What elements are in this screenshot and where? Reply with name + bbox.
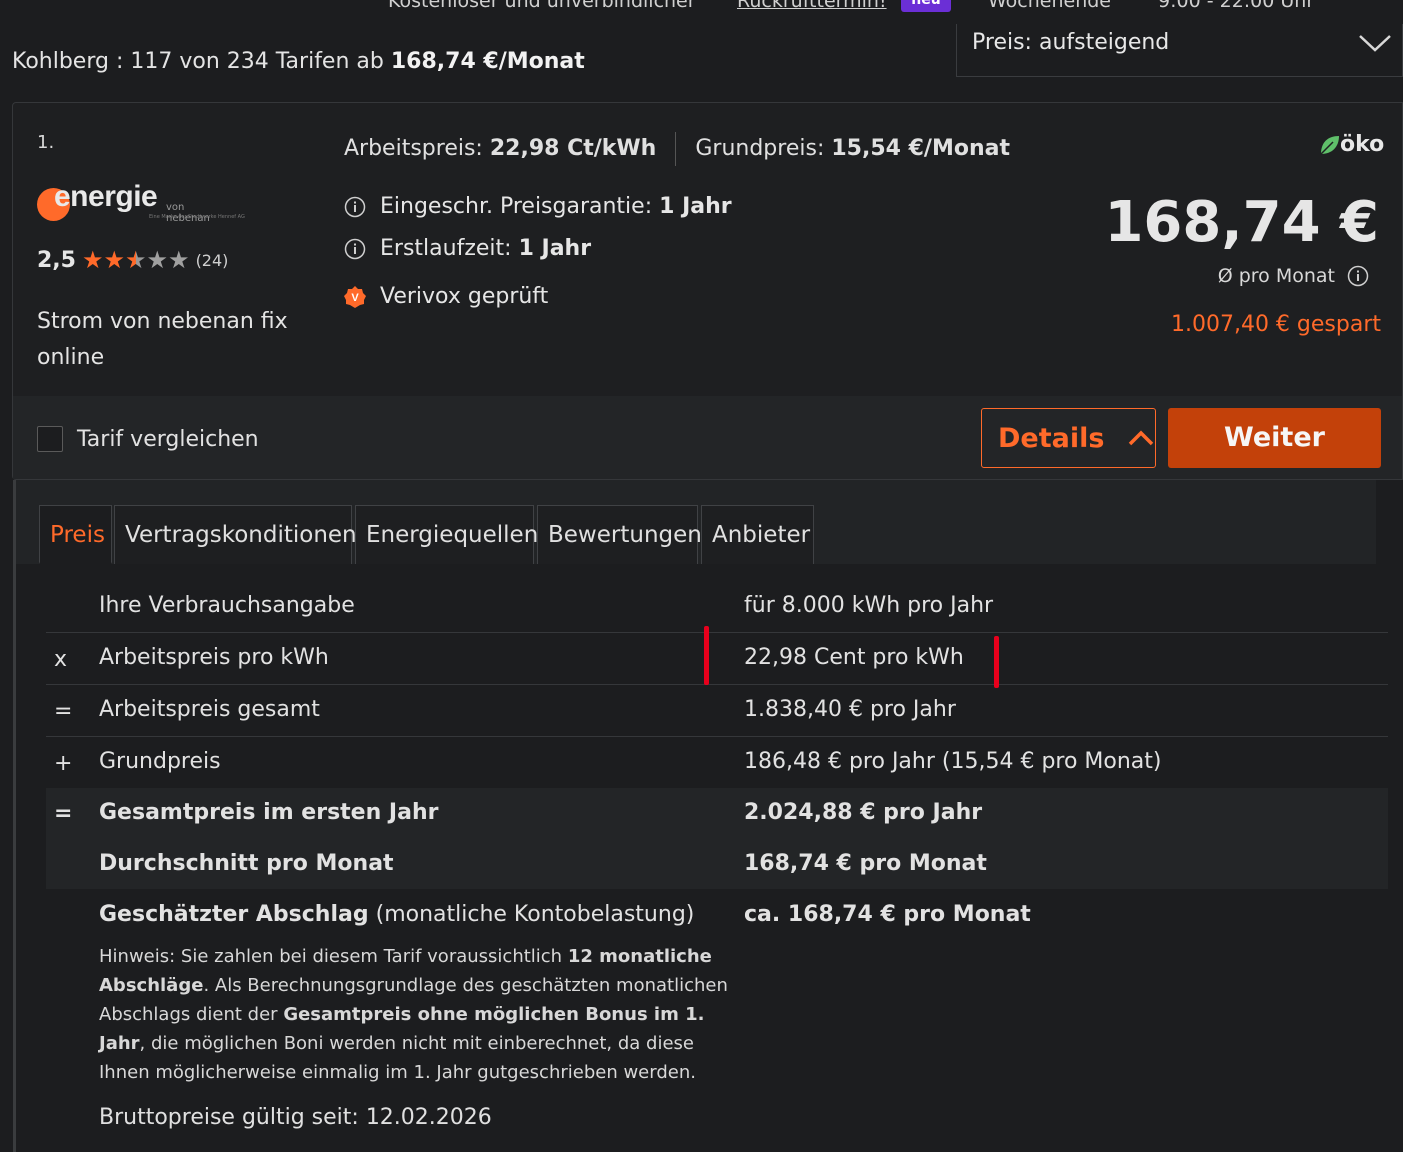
svg-text:V: V xyxy=(351,292,359,304)
tab-energiequellen[interactable]: Energiequellen xyxy=(355,505,538,564)
tab-bewertungen[interactable]: Bewertungen xyxy=(537,505,702,564)
abschlag-hint: Hinweis: Sie zahlen bei diesem Tarif vor… xyxy=(99,942,739,1087)
rating-value: 2,5 xyxy=(37,247,76,273)
per-month-label: Ø pro Monat xyxy=(1218,265,1369,287)
info-icon[interactable] xyxy=(344,196,366,218)
hours-day-label: Wochenende xyxy=(988,0,1111,12)
feature-price-guarantee: Eingeschr. Preisgarantie: 1 Jahr xyxy=(344,194,732,219)
rating-stars: ★★★★★ xyxy=(82,246,190,274)
row-value: für 8.000 kWh pro Jahr xyxy=(744,593,994,618)
grundpreis-label: Grundpreis: xyxy=(695,136,825,161)
chevron-down-icon xyxy=(1359,35,1391,52)
rating-count: (24) xyxy=(195,250,229,270)
abschlag-label: Geschätzter Abschlag (monatliche Kontobe… xyxy=(99,902,694,927)
star-half-icon: ★ xyxy=(125,246,147,274)
row-value: 168,74 € pro Monat xyxy=(744,851,987,876)
callback-text: Kostenloser und unverbindlicher xyxy=(388,0,696,12)
row-label: Durchschnitt pro Monat xyxy=(99,851,394,876)
monthly-price: 168,74 € xyxy=(1104,190,1379,255)
compare-label: Tarif vergleichen xyxy=(77,426,259,452)
row-operator: = xyxy=(54,699,73,724)
tab-preis[interactable]: Preis xyxy=(39,505,112,564)
compare-checkbox[interactable]: Tarif vergleichen xyxy=(37,426,259,452)
feature-label: Verivox geprüft xyxy=(380,284,549,309)
row-label: Gesamtpreis im ersten Jahr xyxy=(99,800,439,825)
provider-logo-subtext-small: Eine Marke der Stadtwerke Hennef AG xyxy=(149,214,245,220)
checkbox[interactable] xyxy=(37,426,63,452)
star-icon: ★ xyxy=(81,246,104,274)
hours-value: 9:00 - 22:00 Uhr xyxy=(1158,0,1315,12)
callback-banner: Kostenloser und unverbindlicher Rückruft… xyxy=(0,0,1403,24)
grundpreis-value: 15,54 €/Monat xyxy=(831,136,1010,161)
info-icon[interactable] xyxy=(1347,265,1369,287)
provider-logo-text: energie xyxy=(54,180,158,213)
row-value: 22,98 Cent pro kWh xyxy=(744,645,964,670)
gross-price-validity: Bruttopreise gültig seit: 12.02.2026 xyxy=(99,1105,492,1130)
results-summary-price: 168,74 €/Monat xyxy=(390,49,585,74)
feature-verivox-checked[interactable]: V Verivox geprüft xyxy=(344,284,548,309)
leaf-icon xyxy=(1320,135,1339,155)
details-button[interactable]: Details xyxy=(981,408,1156,468)
results-summary-text: Kohlberg : 117 von 234 Tarifen ab xyxy=(12,49,384,74)
arbeitspreis-label: Arbeitspreis: xyxy=(344,136,483,161)
hint-text: , die möglichen Boni werden nicht mit ei… xyxy=(99,1033,696,1083)
details-button-label: Details xyxy=(998,422,1105,454)
row-value: 186,48 € pro Jahr (15,54 € pro Monat) xyxy=(744,749,1162,774)
annotation-mark xyxy=(704,626,709,685)
callback-link[interactable]: Rückrufttermin! xyxy=(737,0,887,12)
chevron-up-icon xyxy=(1129,430,1154,446)
feature-label: Erstlaufzeit: xyxy=(380,236,512,261)
arbeitspreis-value: 22,98 Ct/kWh xyxy=(489,136,657,161)
feature-value: 1 Jahr xyxy=(518,236,592,261)
abschlag-label-bold: Geschätzter Abschlag xyxy=(99,902,369,927)
details-panel-border xyxy=(13,480,16,1152)
star-empty-icon: ★ xyxy=(168,246,190,274)
feature-value: 1 Jahr xyxy=(659,194,732,219)
tab-anbieter[interactable]: Anbieter xyxy=(701,505,814,564)
feature-label: Eingeschr. Preisgarantie: xyxy=(380,194,653,219)
results-summary: Kohlberg : 117 von 234 Tarifen ab 168,74… xyxy=(12,49,585,74)
row-operator: x xyxy=(54,647,68,672)
table-row: x Arbeitspreis pro kWh 22,98 Cent pro kW… xyxy=(46,632,1388,685)
row-label: Grundpreis xyxy=(99,749,221,774)
feature-min-term: Erstlaufzeit: 1 Jahr xyxy=(344,236,591,261)
divider xyxy=(675,132,677,166)
savings-amount: 1.007,40 € gespart xyxy=(1170,312,1381,337)
price-overview: Arbeitspreis: 22,98 Ct/kWh Grundpreis: 1… xyxy=(344,132,1010,166)
table-row: = Arbeitspreis gesamt 1.838,40 € pro Jah… xyxy=(46,684,1388,737)
tariff-rank: 1. xyxy=(37,132,55,153)
verivox-badge-icon: V xyxy=(344,285,366,308)
oeko-badge: öko xyxy=(1318,132,1384,157)
sort-select-value: Preis: aufsteigend xyxy=(972,30,1170,55)
provider-logo[interactable]: energie von nebenan Eine Marke der Stadt… xyxy=(37,180,245,226)
tab-vertragskonditionen[interactable]: Vertragskonditionen xyxy=(114,505,357,564)
provider-rating[interactable]: 2,5 ★★★★★ (24) xyxy=(37,246,228,274)
row-value: 2.024,88 € pro Jahr xyxy=(744,800,983,825)
table-row: + Grundpreis 186,48 € pro Jahr (15,54 € … xyxy=(46,736,1388,789)
abschlag-value: ca. 168,74 € pro Monat xyxy=(744,902,1031,927)
annotation-mark xyxy=(994,636,999,688)
star-empty-icon: ★ xyxy=(146,246,169,274)
abschlag-label-rest: (monatliche Kontobelastung) xyxy=(375,902,695,927)
row-operator: + xyxy=(54,751,73,776)
info-icon[interactable] xyxy=(344,238,366,260)
new-badge: neu xyxy=(901,0,951,12)
row-label: Ihre Verbrauchsangabe xyxy=(99,593,355,618)
sort-select[interactable]: Preis: aufsteigend xyxy=(956,24,1403,77)
tariff-name: Strom von nebenan fix online xyxy=(37,309,288,370)
table-row: Ihre Verbrauchsangabe für 8.000 kWh pro … xyxy=(46,580,1388,633)
row-label: Arbeitspreis gesamt xyxy=(99,697,320,722)
star-icon: ★ xyxy=(103,246,126,274)
hint-text: Hinweis: Sie zahlen bei diesem Tarif vor… xyxy=(99,946,563,967)
table-row-total: = Gesamtpreis im ersten Jahr 2.024,88 € … xyxy=(46,788,1388,838)
provider-logo-subtext: von nebenan xyxy=(166,202,210,224)
continue-button[interactable]: Weiter xyxy=(1168,408,1381,468)
row-value: 1.838,40 € pro Jahr xyxy=(744,697,956,722)
table-row-average: Durchschnitt pro Monat 168,74 € pro Mona… xyxy=(46,838,1388,889)
oeko-label: öko xyxy=(1340,132,1385,157)
row-operator: = xyxy=(54,801,73,826)
per-month-text: Ø pro Monat xyxy=(1217,265,1335,287)
row-label: Arbeitspreis pro kWh xyxy=(99,645,329,670)
